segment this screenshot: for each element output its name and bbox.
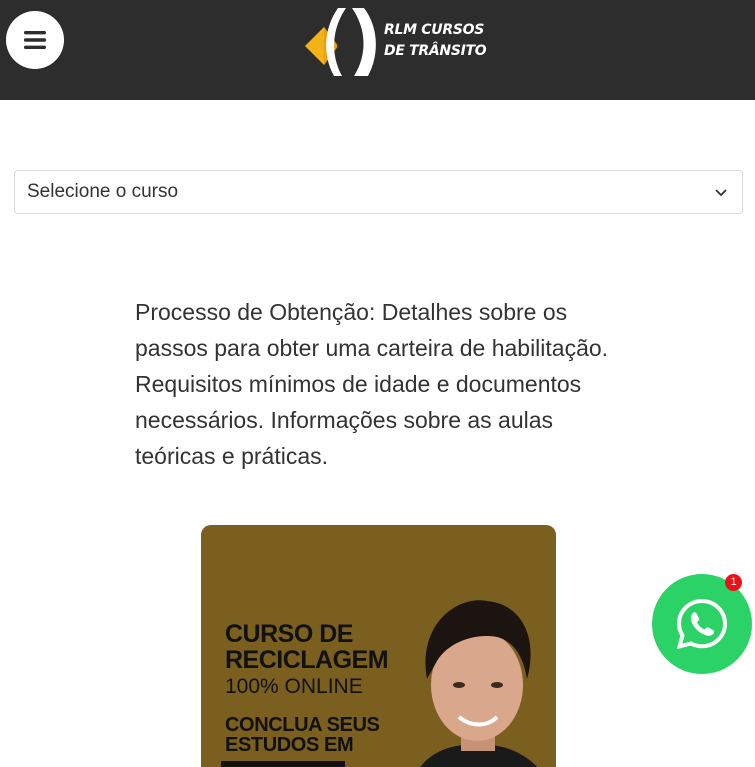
course-select-value: Selecione o curso	[27, 181, 179, 202]
chevron-down-icon	[715, 189, 727, 197]
site-header: RLM CURSOS DE TRÂNSITO	[0, 0, 755, 100]
whatsapp-icon	[676, 598, 728, 650]
hamburger-icon	[24, 31, 46, 49]
banner-subtitle: 100% ONLINE	[225, 675, 363, 698]
notification-badge: 1	[725, 574, 742, 591]
course-select[interactable]: Selecione o curso	[14, 170, 743, 214]
site-logo[interactable]: RLM CURSOS DE TRÂNSITO	[302, 6, 487, 78]
banner-title-line-1: CURSO DE	[225, 620, 353, 648]
logo-line-2: DE TRÂNSITO	[384, 43, 487, 59]
road-logo-icon	[305, 8, 376, 76]
logo-line-1: RLM CURSOS	[384, 22, 484, 38]
banner-title-line-2: RECICLAGEM	[225, 646, 389, 674]
banner-cta-line-2: ESTUDOS EM	[225, 734, 354, 756]
course-banner-image[interactable]: CURSO DE RECICLAGEM 100% ONLINE CONCLUA …	[201, 525, 556, 767]
banner-highlight-bar	[221, 761, 345, 767]
menu-button[interactable]	[6, 11, 64, 69]
course-description: Processo de Obtenção: Detalhes sobre os …	[135, 299, 609, 469]
person-photo	[420, 600, 538, 767]
banner-cta-line-1: CONCLUA SEUS	[225, 714, 380, 736]
